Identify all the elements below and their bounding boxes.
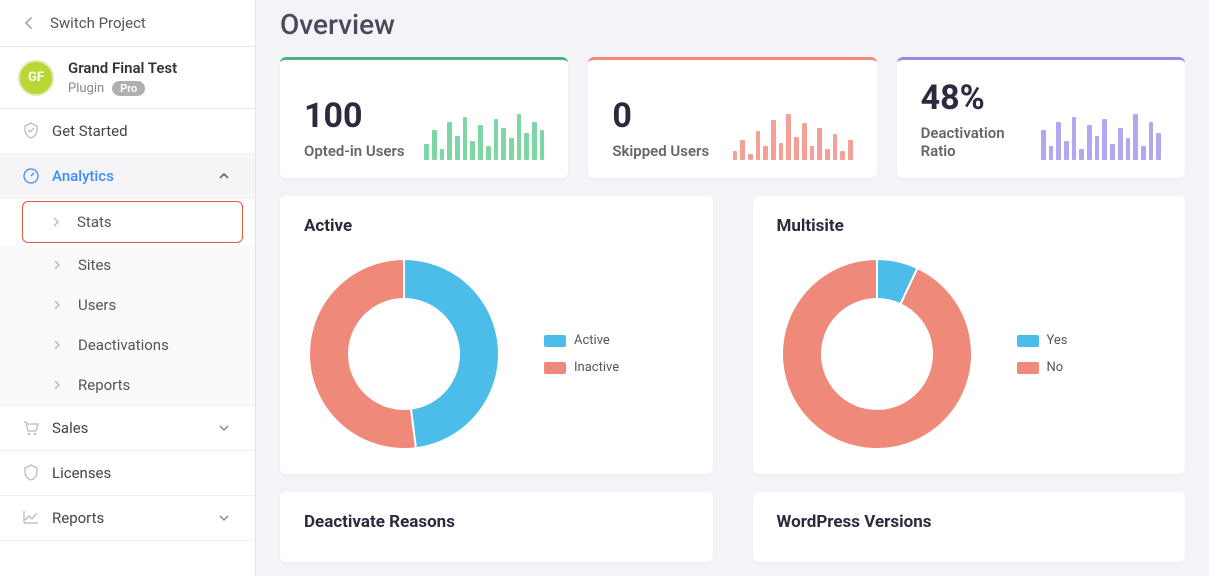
- chart-line-icon: [22, 509, 40, 527]
- sidebar-item-label: Stats: [77, 213, 112, 231]
- legend-item[interactable]: Yes: [1017, 333, 1068, 348]
- sidebar-item-label: Users: [78, 296, 116, 314]
- kpi-skipped-users[interactable]: 0 Skipped Users: [588, 57, 876, 178]
- switch-project-button[interactable]: Switch Project: [0, 0, 255, 47]
- section-wordpress-versions: WordPress Versions: [753, 492, 1186, 562]
- section-title: Deactivate Reasons: [304, 512, 689, 532]
- sparkline-icon: [1041, 114, 1161, 160]
- chart-row: Active Active Inactive Multisite Yes No: [280, 196, 1185, 474]
- sparkline-icon: [733, 114, 853, 160]
- dashboard-icon: [22, 167, 40, 185]
- sidebar-item-analytics[interactable]: Analytics: [0, 154, 255, 199]
- kpi-label: Skipped Users: [612, 142, 709, 160]
- sidebar-item-label: Deactivations: [78, 336, 169, 354]
- chevron-down-icon: [215, 419, 233, 437]
- sidebar-item-label: Sales: [52, 419, 88, 437]
- kpi-label: Opted-in Users: [304, 142, 405, 160]
- legend-swatch: [1017, 362, 1039, 374]
- shield-icon: [22, 464, 40, 482]
- sidebar-item-users[interactable]: Users: [0, 285, 255, 325]
- cart-icon: [22, 419, 40, 437]
- sidebar-item-label: Licenses: [52, 464, 111, 482]
- legend-swatch: [544, 335, 566, 347]
- sidebar-item-sites[interactable]: Sites: [0, 245, 255, 285]
- legend-swatch: [544, 362, 566, 374]
- sidebar-item-stats[interactable]: Stats: [22, 201, 243, 243]
- kpi-label: Deactivation Ratio: [921, 124, 1041, 160]
- chevron-down-icon: [215, 509, 233, 527]
- legend-multisite: Yes No: [1017, 333, 1068, 375]
- sidebar-item-analytics-reports[interactable]: Reports: [0, 365, 255, 406]
- sidebar-item-reports[interactable]: Reports: [0, 496, 255, 541]
- chevron-right-icon: [48, 376, 66, 394]
- kpi-value: 0: [612, 96, 709, 136]
- chart-card-active: Active Active Inactive: [280, 196, 713, 474]
- switch-project-label: Switch Project: [50, 14, 146, 32]
- section-deactivate-reasons: Deactivate Reasons: [280, 492, 713, 562]
- legend-swatch: [1017, 335, 1039, 347]
- sidebar-item-label: Reports: [78, 376, 130, 394]
- avatar: GF: [18, 60, 54, 96]
- project-row[interactable]: GF Grand Final Test Plugin Pro: [0, 47, 255, 109]
- chart-title: Active: [304, 216, 689, 236]
- legend-label: Yes: [1047, 333, 1068, 348]
- sidebar-item-sales[interactable]: Sales: [0, 406, 255, 451]
- chevron-right-icon: [47, 213, 65, 231]
- sparkline-icon: [424, 114, 544, 160]
- section-row: Deactivate Reasons WordPress Versions: [280, 492, 1185, 562]
- legend-item[interactable]: No: [1017, 360, 1068, 375]
- sidebar-item-label: Sites: [78, 256, 111, 274]
- donut-chart-active: [304, 254, 504, 454]
- chevron-left-icon: [20, 14, 38, 32]
- chart-card-multisite: Multisite Yes No: [753, 196, 1186, 474]
- project-subtitle: Plugin Pro: [68, 81, 177, 96]
- main-content: Overview 100 Opted-in Users 0 Skipped Us…: [256, 0, 1209, 576]
- pro-badge: Pro: [112, 81, 145, 96]
- legend-label: Active: [574, 333, 610, 348]
- legend-active: Active Inactive: [544, 333, 619, 375]
- kpi-opted-in-users[interactable]: 100 Opted-in Users: [280, 57, 568, 178]
- sidebar-item-deactivations[interactable]: Deactivations: [0, 325, 255, 365]
- project-info: Grand Final Test Plugin Pro: [68, 59, 177, 96]
- shield-check-icon: [22, 122, 40, 140]
- kpi-row: 100 Opted-in Users 0 Skipped Users 48% D…: [280, 57, 1185, 178]
- chevron-right-icon: [48, 336, 66, 354]
- sidebar-item-label: Reports: [52, 509, 104, 527]
- legend-item[interactable]: Inactive: [544, 360, 619, 375]
- sidebar-item-get-started[interactable]: Get Started: [0, 109, 255, 154]
- sidebar-item-label: Get Started: [52, 122, 128, 140]
- legend-label: Inactive: [574, 360, 619, 375]
- chevron-right-icon: [48, 256, 66, 274]
- section-title: WordPress Versions: [777, 512, 1162, 532]
- chart-title: Multisite: [777, 216, 1162, 236]
- sidebar-item-licenses[interactable]: Licenses: [0, 451, 255, 496]
- sidebar-item-label: Analytics: [52, 167, 114, 185]
- donut-chart-multisite: [777, 254, 977, 454]
- chevron-up-icon: [215, 167, 233, 185]
- legend-item[interactable]: Active: [544, 333, 619, 348]
- chevron-right-icon: [48, 296, 66, 314]
- sidebar: Switch Project GF Grand Final Test Plugi…: [0, 0, 256, 576]
- project-title: Grand Final Test: [68, 59, 177, 77]
- legend-label: No: [1047, 360, 1064, 375]
- kpi-value: 100: [304, 96, 405, 136]
- kpi-value: 48%: [921, 78, 1041, 118]
- kpi-deactivation-ratio[interactable]: 48% Deactivation Ratio: [897, 57, 1185, 178]
- page-title: Overview: [280, 8, 1185, 41]
